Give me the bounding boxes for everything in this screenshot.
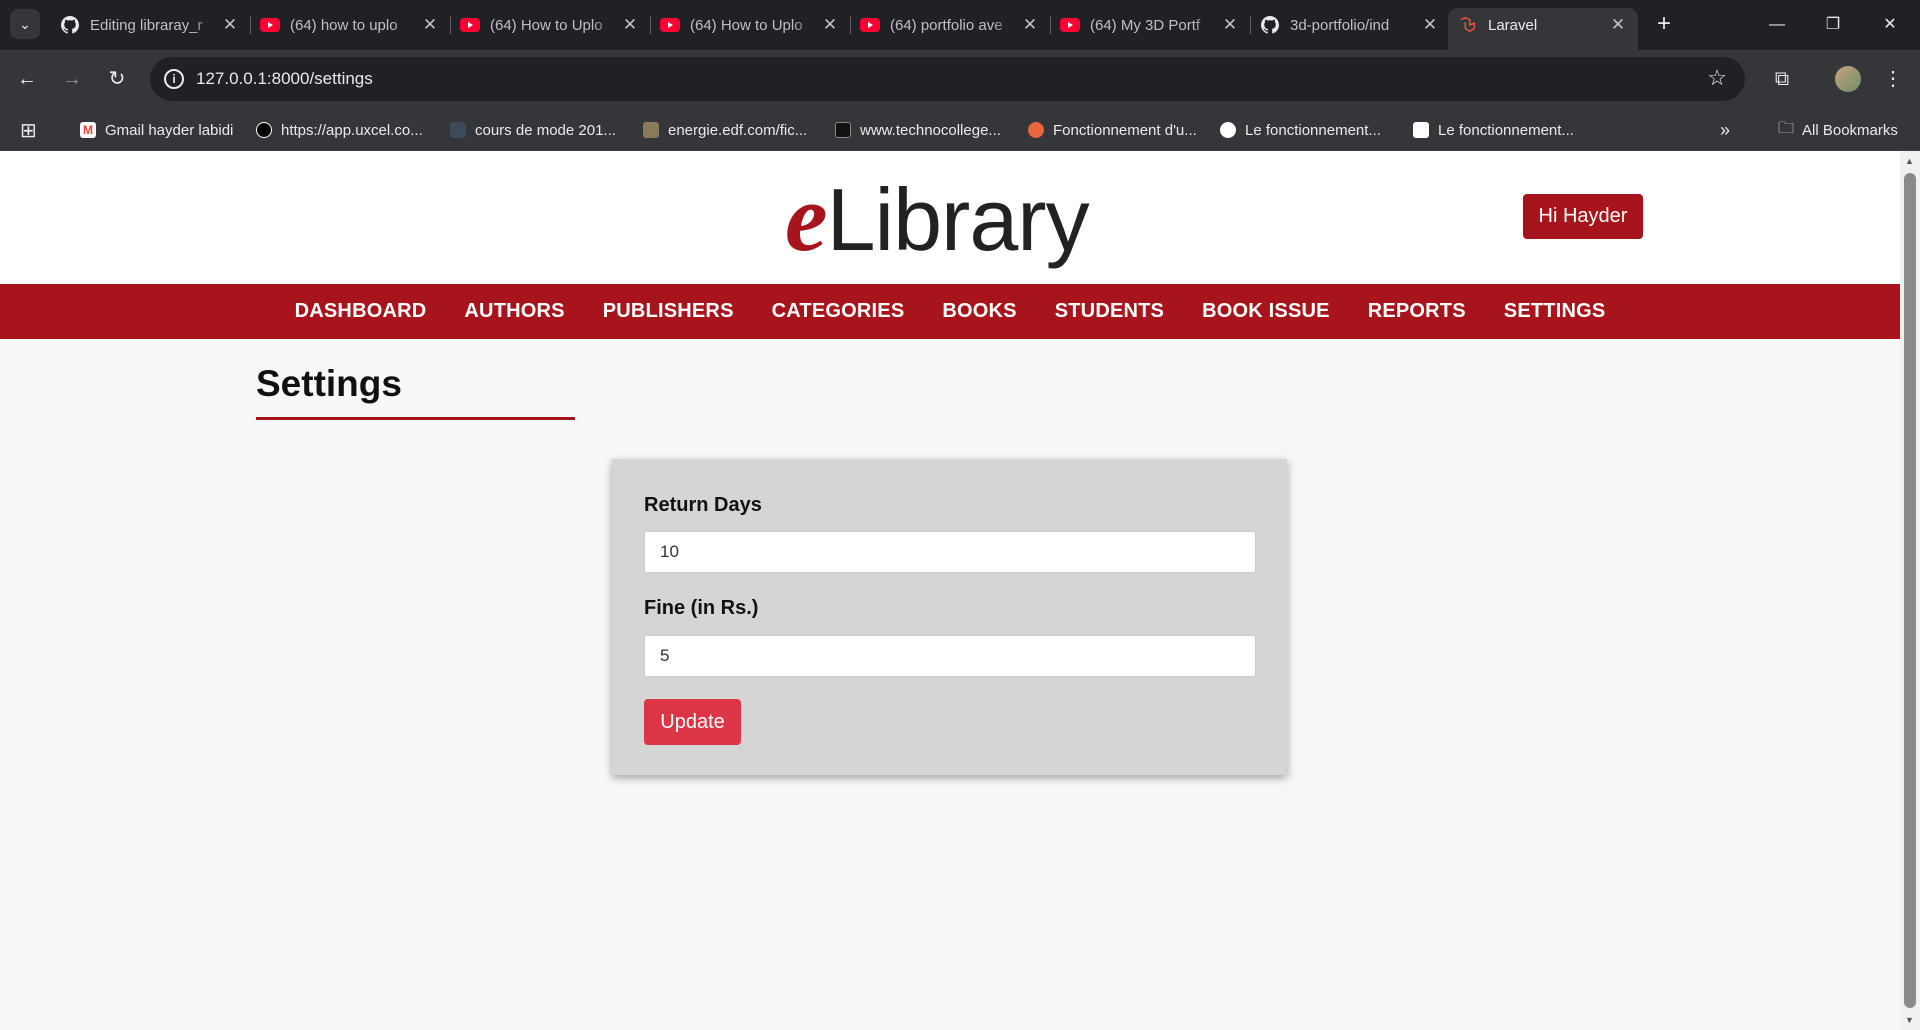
site-icon — [1220, 122, 1236, 138]
edf-icon — [643, 122, 659, 138]
bookmark-gmail[interactable]: M Gmail hayder labidi — [80, 118, 233, 142]
github-icon — [1260, 15, 1280, 35]
tab-title: (64) My 3D Portf — [1090, 16, 1201, 34]
tab-github-portfolio[interactable]: 3d-portfolio/ind ✕ — [1250, 8, 1450, 42]
site-header: eLibrary Hi Hayder — [0, 151, 1900, 284]
tab-strip: ⌄ Editing libraray_r ✕ (64) how to uplo … — [0, 0, 1920, 50]
scroll-down-arrow-icon[interactable]: ▼ — [1905, 1015, 1914, 1025]
close-icon[interactable]: ✕ — [1608, 15, 1628, 35]
youtube-icon — [1060, 15, 1080, 35]
bookmark-fonctionnement-2[interactable]: Le fonctionnement... — [1220, 118, 1381, 142]
return-days-input[interactable]: 10 — [644, 531, 1256, 573]
all-bookmarks-button[interactable]: 🗀 All Bookmarks — [1778, 118, 1898, 142]
back-arrow-icon[interactable]: ← — [12, 64, 42, 94]
browser-toolbar: ← → ↻ i 127.0.0.1:8000/settings ☆ ⧉ ⋮ — [0, 50, 1920, 108]
tab-youtube-4[interactable]: (64) portfolio ave ✕ — [850, 8, 1051, 42]
site-icon — [1413, 122, 1429, 138]
bookmark-fonctionnement-3[interactable]: Le fonctionnement... — [1413, 118, 1574, 142]
nav-authors[interactable]: AUTHORS — [445, 300, 583, 323]
update-button[interactable]: Update — [644, 699, 741, 745]
nav-books[interactable]: BOOKS — [923, 300, 1035, 323]
close-icon[interactable]: ✕ — [220, 15, 240, 35]
settings-form-card: Return Days 10 Fine (in Rs.) 5 Update — [612, 459, 1287, 775]
main-nav: DASHBOARD AUTHORS PUBLISHERS CATEGORIES … — [0, 284, 1900, 339]
fine-input[interactable]: 5 — [644, 635, 1256, 677]
tab-youtube-3[interactable]: (64) How to Uplo ✕ — [650, 8, 851, 42]
tab-search-button[interactable]: ⌄ — [10, 9, 40, 39]
browser-chrome: ⌄ Editing libraray_r ✕ (64) how to uplo … — [0, 0, 1920, 151]
title-underline — [256, 417, 575, 420]
fine-label: Fine (in Rs.) — [644, 597, 759, 619]
tab-title: Editing libraray_r — [90, 16, 203, 34]
technocollege-icon — [835, 122, 851, 138]
bookmark-fonctionnement-1[interactable]: Fonctionnement d'u... — [1028, 118, 1197, 142]
scroll-up-arrow-icon[interactable]: ▲ — [1905, 156, 1914, 166]
page-content: eLibrary Hi Hayder DASHBOARD AUTHORS PUB… — [0, 151, 1900, 1030]
profile-avatar[interactable] — [1835, 66, 1861, 92]
tab-title: (64) portfolio ave — [890, 16, 1003, 34]
tab-title: (64) How to Uplo — [690, 16, 803, 34]
more-bookmarks-chevron-icon[interactable]: » — [1720, 118, 1730, 142]
youtube-icon — [860, 15, 880, 35]
bookmark-technocollege[interactable]: www.technocollege... — [835, 118, 1001, 142]
gmail-icon: M — [80, 122, 96, 138]
youtube-icon — [260, 15, 280, 35]
bookmark-uxcel[interactable]: https://app.uxcel.co... — [256, 118, 423, 142]
youtube-icon — [660, 15, 680, 35]
url-text: 127.0.0.1:8000/settings — [196, 69, 373, 88]
scrollbar-thumb[interactable] — [1904, 173, 1916, 1008]
close-icon[interactable]: ✕ — [1420, 15, 1440, 35]
apps-grid-icon[interactable]: ⊞ — [20, 118, 37, 142]
forward-arrow-icon[interactable]: → — [57, 64, 87, 94]
nav-publishers[interactable]: PUBLISHERS — [584, 300, 753, 323]
bookmark-cours-de-mode[interactable]: cours de mode 201... — [450, 118, 616, 142]
tab-youtube-1[interactable]: (64) how to uplo ✕ — [250, 8, 451, 42]
user-greeting-button[interactable]: Hi Hayder — [1523, 194, 1643, 239]
bookmarks-bar: ⊞ M Gmail hayder labidi https://app.uxcel… — [0, 108, 1920, 151]
close-icon[interactable]: ✕ — [620, 15, 640, 35]
tab-editing-libraray[interactable]: Editing libraray_r ✕ — [50, 8, 251, 42]
tab-title: Laravel — [1488, 16, 1538, 34]
nav-dashboard[interactable]: DASHBOARD — [276, 300, 446, 323]
close-icon[interactable]: ✕ — [1020, 15, 1040, 35]
nav-settings[interactable]: SETTINGS — [1485, 300, 1625, 323]
return-days-label: Return Days — [644, 494, 762, 516]
tab-youtube-5[interactable]: (64) My 3D Portf ✕ — [1050, 8, 1251, 42]
nav-book-issue[interactable]: BOOK ISSUE — [1183, 300, 1349, 323]
uxcel-icon — [256, 122, 272, 138]
minimize-icon[interactable]: — — [1757, 10, 1797, 40]
address-bar[interactable]: i 127.0.0.1:8000/settings ☆ — [150, 57, 1745, 101]
page-scrollbar[interactable]: ▲ ▼ — [1900, 151, 1920, 1030]
bookmark-edf[interactable]: energie.edf.com/fic... — [643, 118, 807, 142]
close-icon[interactable]: ✕ — [1220, 15, 1240, 35]
menu-kebab-icon[interactable]: ⋮ — [1878, 64, 1908, 94]
close-window-icon[interactable]: ✕ — [1870, 10, 1910, 40]
close-icon[interactable]: ✕ — [420, 15, 440, 35]
bookmark-star-icon[interactable]: ☆ — [1707, 65, 1727, 91]
folder-icon: 🗀 — [1778, 119, 1795, 137]
site-info-icon[interactable]: i — [164, 69, 184, 89]
tab-youtube-2[interactable]: (64) How to Uplo ✕ — [450, 8, 651, 42]
reload-icon[interactable]: ↻ — [102, 64, 132, 94]
tab-title: (64) How to Uplo — [490, 16, 603, 34]
nav-students[interactable]: STUDENTS — [1036, 300, 1183, 323]
laravel-icon — [1458, 15, 1478, 35]
tab-title: 3d-portfolio/ind — [1290, 16, 1390, 34]
tab-laravel-active[interactable]: Laravel ✕ — [1448, 8, 1638, 50]
github-icon — [60, 15, 80, 35]
page-title: Settings — [256, 363, 402, 404]
nav-reports[interactable]: REPORTS — [1349, 300, 1485, 323]
nav-categories[interactable]: CATEGORIES — [753, 300, 924, 323]
site-icon — [1028, 122, 1044, 138]
page-icon — [450, 122, 466, 138]
elibrary-logo[interactable]: eLibrary — [785, 163, 1090, 275]
youtube-icon — [460, 15, 480, 35]
restore-icon[interactable]: ❐ — [1813, 10, 1853, 40]
close-icon[interactable]: ✕ — [820, 15, 840, 35]
extensions-icon[interactable]: ⧉ — [1767, 64, 1797, 94]
tab-title: (64) how to uplo — [290, 16, 398, 34]
new-tab-button[interactable]: + — [1650, 10, 1678, 38]
